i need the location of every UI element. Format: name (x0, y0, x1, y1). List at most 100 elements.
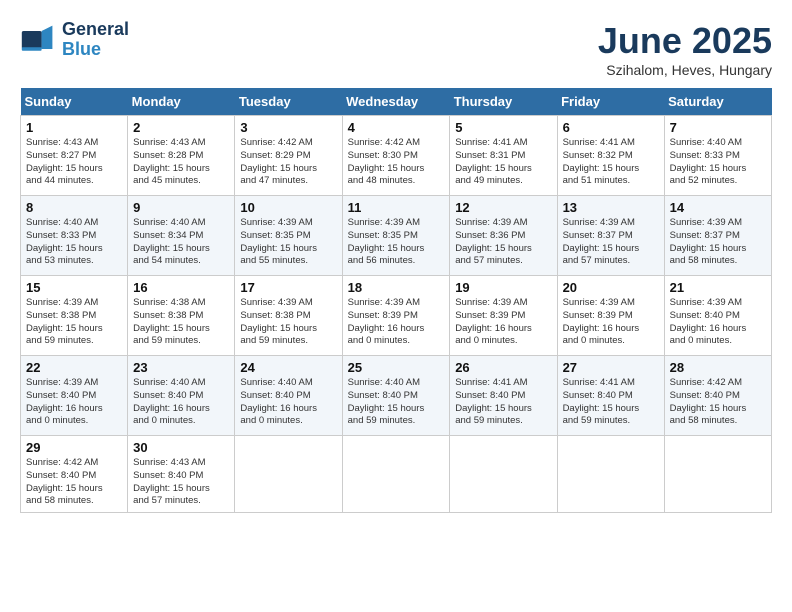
cell-info: Sunrise: 4:42 AM Sunset: 8:30 PM Dayligh… (348, 137, 445, 188)
col-monday: Monday (128, 88, 235, 116)
col-sunday: Sunday (21, 88, 128, 116)
logo-text: General Blue (62, 20, 129, 60)
cell-info: Sunrise: 4:39 AM Sunset: 8:37 PM Dayligh… (563, 217, 659, 268)
calendar-cell: 15 Sunrise: 4:39 AM Sunset: 8:38 PM Dayli… (21, 276, 128, 356)
cell-info: Sunrise: 4:39 AM Sunset: 8:36 PM Dayligh… (455, 217, 551, 268)
cell-info: Sunrise: 4:41 AM Sunset: 8:32 PM Dayligh… (563, 137, 659, 188)
day-number: 15 (26, 280, 122, 295)
cell-info: Sunrise: 4:42 AM Sunset: 8:29 PM Dayligh… (240, 137, 336, 188)
calendar-table: Sunday Monday Tuesday Wednesday Thursday… (20, 88, 772, 513)
cell-info: Sunrise: 4:43 AM Sunset: 8:40 PM Dayligh… (133, 457, 229, 508)
calendar-subtitle: Szihalom, Heves, Hungary (598, 62, 772, 78)
calendar-week-2: 8 Sunrise: 4:40 AM Sunset: 8:33 PM Daylig… (21, 196, 772, 276)
col-friday: Friday (557, 88, 664, 116)
calendar-cell: 12Sunrise: 4:39 AM Sunset: 8:36 PM Dayli… (450, 196, 557, 276)
calendar-cell: 17 Sunrise: 4:39 AM Sunset: 8:38 PM Dayli… (235, 276, 342, 356)
cell-info: Sunrise: 4:40 AM Sunset: 8:33 PM Dayligh… (26, 217, 122, 268)
day-number: 18 (348, 280, 445, 295)
col-tuesday: Tuesday (235, 88, 342, 116)
col-saturday: Saturday (664, 88, 771, 116)
calendar-cell: 24 Sunrise: 4:40 AM Sunset: 8:40 PM Dayli… (235, 356, 342, 436)
calendar-header-row: Sunday Monday Tuesday Wednesday Thursday… (21, 88, 772, 116)
logo-line1: General (62, 19, 129, 39)
day-number: 11 (348, 200, 445, 215)
cell-info: Sunrise: 4:39 AM Sunset: 8:38 PM Dayligh… (26, 297, 122, 348)
calendar-week-4: 22 Sunrise: 4:39 AM Sunset: 8:40 PM Dayli… (21, 356, 772, 436)
calendar-cell: 19 Sunrise: 4:39 AM Sunset: 8:39 PM Dayli… (450, 276, 557, 356)
day-number: 3 (240, 120, 336, 135)
calendar-cell: 18Sunrise: 4:39 AM Sunset: 8:39 PM Dayli… (342, 276, 450, 356)
day-number: 14 (670, 200, 766, 215)
day-number: 4 (348, 120, 445, 135)
calendar-cell (664, 436, 771, 513)
cell-info: Sunrise: 4:39 AM Sunset: 8:35 PM Dayligh… (348, 217, 445, 268)
day-number: 19 (455, 280, 551, 295)
calendar-cell: 13 Sunrise: 4:39 AM Sunset: 8:37 PM Dayli… (557, 196, 664, 276)
cell-info: Sunrise: 4:40 AM Sunset: 8:33 PM Dayligh… (670, 137, 766, 188)
calendar-cell: 6Sunrise: 4:41 AM Sunset: 8:32 PM Daylig… (557, 116, 664, 196)
cell-info: Sunrise: 4:40 AM Sunset: 8:40 PM Dayligh… (240, 377, 336, 428)
calendar-cell: 4 Sunrise: 4:42 AM Sunset: 8:30 PM Daylig… (342, 116, 450, 196)
day-number: 13 (563, 200, 659, 215)
cell-info: Sunrise: 4:39 AM Sunset: 8:40 PM Dayligh… (26, 377, 122, 428)
day-number: 8 (26, 200, 122, 215)
calendar-cell: 1Sunrise: 4:43 AM Sunset: 8:27 PM Daylig… (21, 116, 128, 196)
day-number: 25 (348, 360, 445, 375)
day-number: 17 (240, 280, 336, 295)
col-wednesday: Wednesday (342, 88, 450, 116)
col-thursday: Thursday (450, 88, 557, 116)
day-number: 5 (455, 120, 551, 135)
day-number: 26 (455, 360, 551, 375)
calendar-cell: 29Sunrise: 4:42 AM Sunset: 8:40 PM Dayli… (21, 436, 128, 513)
day-number: 7 (670, 120, 766, 135)
cell-info: Sunrise: 4:39 AM Sunset: 8:37 PM Dayligh… (670, 217, 766, 268)
day-number: 10 (240, 200, 336, 215)
title-section: June 2025 Szihalom, Heves, Hungary (598, 20, 772, 78)
cell-info: Sunrise: 4:38 AM Sunset: 8:38 PM Dayligh… (133, 297, 229, 348)
logo-icon (20, 22, 56, 58)
calendar-cell (235, 436, 342, 513)
calendar-cell (450, 436, 557, 513)
calendar-cell: 30 Sunrise: 4:43 AM Sunset: 8:40 PM Dayli… (128, 436, 235, 513)
calendar-cell: 5 Sunrise: 4:41 AM Sunset: 8:31 PM Daylig… (450, 116, 557, 196)
calendar-cell: 20Sunrise: 4:39 AM Sunset: 8:39 PM Dayli… (557, 276, 664, 356)
cell-info: Sunrise: 4:42 AM Sunset: 8:40 PM Dayligh… (670, 377, 766, 428)
calendar-cell: 10 Sunrise: 4:39 AM Sunset: 8:35 PM Dayli… (235, 196, 342, 276)
calendar-cell: 28Sunrise: 4:42 AM Sunset: 8:40 PM Dayli… (664, 356, 771, 436)
cell-info: Sunrise: 4:39 AM Sunset: 8:39 PM Dayligh… (563, 297, 659, 348)
calendar-cell: 9Sunrise: 4:40 AM Sunset: 8:34 PM Daylig… (128, 196, 235, 276)
calendar-cell: 3 Sunrise: 4:42 AM Sunset: 8:29 PM Daylig… (235, 116, 342, 196)
calendar-cell: 11 Sunrise: 4:39 AM Sunset: 8:35 PM Dayli… (342, 196, 450, 276)
cell-info: Sunrise: 4:40 AM Sunset: 8:34 PM Dayligh… (133, 217, 229, 268)
calendar-cell: 26 Sunrise: 4:41 AM Sunset: 8:40 PM Dayli… (450, 356, 557, 436)
calendar-week-5: 29Sunrise: 4:42 AM Sunset: 8:40 PM Dayli… (21, 436, 772, 513)
day-number: 24 (240, 360, 336, 375)
day-number: 22 (26, 360, 122, 375)
day-number: 2 (133, 120, 229, 135)
cell-info: Sunrise: 4:39 AM Sunset: 8:35 PM Dayligh… (240, 217, 336, 268)
day-number: 29 (26, 440, 122, 455)
cell-info: Sunrise: 4:39 AM Sunset: 8:38 PM Dayligh… (240, 297, 336, 348)
calendar-cell: 8 Sunrise: 4:40 AM Sunset: 8:33 PM Daylig… (21, 196, 128, 276)
day-number: 30 (133, 440, 229, 455)
cell-info: Sunrise: 4:41 AM Sunset: 8:31 PM Dayligh… (455, 137, 551, 188)
cell-info: Sunrise: 4:43 AM Sunset: 8:27 PM Dayligh… (26, 137, 122, 188)
calendar-cell (557, 436, 664, 513)
cell-info: Sunrise: 4:41 AM Sunset: 8:40 PM Dayligh… (563, 377, 659, 428)
calendar-cell: 16 Sunrise: 4:38 AM Sunset: 8:38 PM Dayli… (128, 276, 235, 356)
calendar-title: June 2025 (598, 20, 772, 62)
calendar-cell: 14 Sunrise: 4:39 AM Sunset: 8:37 PM Dayli… (664, 196, 771, 276)
page-header: General Blue June 2025 Szihalom, Heves, … (20, 20, 772, 78)
cell-info: Sunrise: 4:39 AM Sunset: 8:40 PM Dayligh… (670, 297, 766, 348)
cell-info: Sunrise: 4:40 AM Sunset: 8:40 PM Dayligh… (348, 377, 445, 428)
day-number: 23 (133, 360, 229, 375)
day-number: 27 (563, 360, 659, 375)
calendar-week-1: 1Sunrise: 4:43 AM Sunset: 8:27 PM Daylig… (21, 116, 772, 196)
calendar-cell: 21Sunrise: 4:39 AM Sunset: 8:40 PM Dayli… (664, 276, 771, 356)
cell-info: Sunrise: 4:43 AM Sunset: 8:28 PM Dayligh… (133, 137, 229, 188)
cell-info: Sunrise: 4:40 AM Sunset: 8:40 PM Dayligh… (133, 377, 229, 428)
calendar-cell: 23 Sunrise: 4:40 AM Sunset: 8:40 PM Dayli… (128, 356, 235, 436)
day-number: 16 (133, 280, 229, 295)
cell-info: Sunrise: 4:39 AM Sunset: 8:39 PM Dayligh… (455, 297, 551, 348)
cell-info: Sunrise: 4:41 AM Sunset: 8:40 PM Dayligh… (455, 377, 551, 428)
